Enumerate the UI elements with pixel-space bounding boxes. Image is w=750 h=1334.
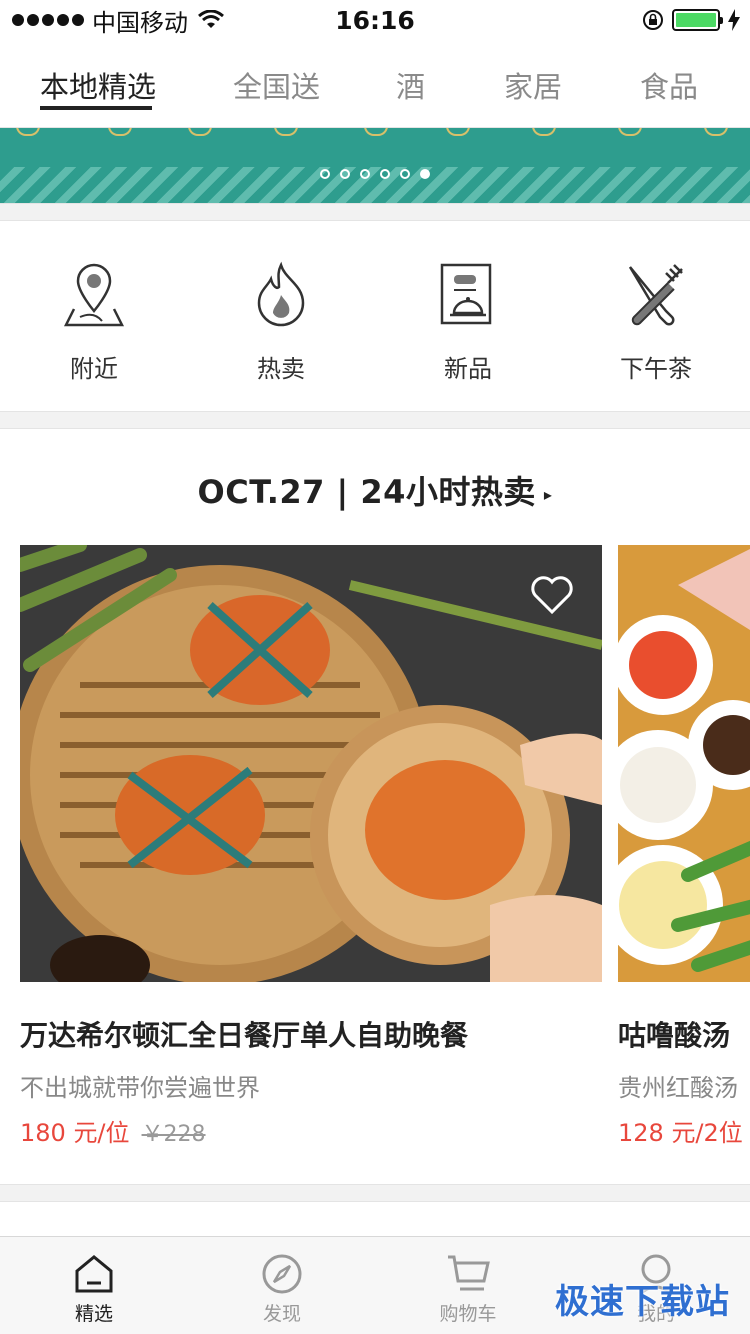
menu-cloche-icon <box>440 263 492 325</box>
category-label: 新品 <box>444 355 492 383</box>
tab-home[interactable]: 家居 <box>504 64 562 106</box>
category-new[interactable]: 新品 <box>388 261 548 384</box>
deal-card[interactable]: 咕噜酸汤 贵州红酸汤 128 元/2位 <box>618 545 750 1148</box>
deal-original-price: ￥228 <box>141 1122 206 1147</box>
deal-card[interactable]: 万达希尔顿汇全日餐厅单人自助晚餐 不出城就带你尝遍世界 180 元/位 ￥228 <box>20 545 602 1148</box>
deal-subtitle: 贵州红酸汤 <box>618 1074 738 1102</box>
status-bar: 中国移动 16:16 <box>0 0 750 40</box>
banner-dot[interactable] <box>320 169 330 179</box>
nav-label: 精选 <box>74 1303 113 1325</box>
flame-icon <box>257 261 305 327</box>
nav-discover[interactable]: 发现 <box>222 1253 342 1326</box>
category-label: 附近 <box>70 355 118 383</box>
active-tab-indicator <box>40 106 152 110</box>
section-arrow-icon: ▸ <box>543 484 553 504</box>
fork-knife-icon <box>628 264 683 326</box>
deal-subtitle: 不出城就带你尝遍世界 <box>20 1074 260 1102</box>
watermark-logo: 极速下载站 <box>555 1282 730 1322</box>
category-nearby[interactable]: 附近 <box>14 261 174 384</box>
banner-dot[interactable] <box>360 169 370 179</box>
location-map-icon <box>63 263 125 327</box>
tab-nationwide[interactable]: 全国送 <box>233 64 320 106</box>
promo-banner[interactable] <box>0 128 750 203</box>
deal-image <box>20 545 602 982</box>
deal-price: 128 元/2位 <box>618 1119 743 1147</box>
tab-wine[interactable]: 酒 <box>396 64 425 106</box>
nav-cart[interactable]: 购物车 <box>408 1253 528 1326</box>
deal-price-row: 180 元/位 ￥228 <box>20 1113 602 1148</box>
section-header[interactable]: OCT.27 | 24小时热卖 ▸ <box>0 467 750 513</box>
deal-price-row: 128 元/2位 <box>618 1113 750 1148</box>
banner-dot-active[interactable] <box>420 169 430 179</box>
category-shortcuts: 附近 热卖 新品 下午茶 <box>0 221 750 411</box>
category-label: 下午茶 <box>620 355 692 383</box>
nav-label: 购物车 <box>439 1303 497 1325</box>
category-afternoon-tea[interactable]: 下午茶 <box>576 261 736 384</box>
crabs-in-steamer-image <box>20 545 602 982</box>
deal-title: 咕噜酸汤 <box>618 1019 731 1052</box>
banner-dot[interactable] <box>380 169 390 179</box>
status-right <box>642 8 740 32</box>
section-divider <box>0 203 750 221</box>
hot-deals-section: OCT.27 | 24小时热卖 ▸ 万达希尔顿汇全日餐厅单人自助晚餐 不出城就带… <box>0 429 750 1184</box>
rotation-lock-icon <box>643 10 663 30</box>
tab-local-picks[interactable]: 本地精选 <box>40 64 156 106</box>
compass-icon <box>262 1254 302 1294</box>
nav-featured[interactable]: 精选 <box>34 1253 154 1326</box>
section-divider <box>0 1184 750 1202</box>
deal-price: 180 元/位 <box>20 1119 130 1147</box>
status-time: 16:16 <box>335 6 415 35</box>
section-divider <box>0 411 750 429</box>
deal-image <box>618 545 750 982</box>
deal-title: 万达希尔顿汇全日餐厅单人自助晚餐 <box>20 1019 469 1052</box>
tab-food[interactable]: 食品 <box>640 64 698 106</box>
charging-bolt-icon <box>728 9 740 31</box>
nav-label: 发现 <box>262 1303 301 1325</box>
category-tab-bar: 本地精选 全国送 酒 家居 食品 <box>0 40 750 128</box>
banner-dot[interactable] <box>340 169 350 179</box>
section-title: OCT.27 | 24小时热卖 <box>197 473 536 511</box>
banner-dot[interactable] <box>400 169 410 179</box>
cart-icon <box>448 1255 490 1291</box>
app-screen: 中国移动 16:16 本地精选 全国送 酒 家居 食品 附近 热卖 新品 下午茶… <box>0 0 750 1334</box>
category-label: 热卖 <box>257 355 305 383</box>
banner-page-indicator <box>320 169 430 179</box>
home-icon <box>75 1255 113 1293</box>
category-hot[interactable]: 热卖 <box>201 261 361 384</box>
heart-outline-icon[interactable] <box>530 575 574 615</box>
battery-icon <box>672 9 723 31</box>
hotpot-dishes-image <box>618 545 750 982</box>
